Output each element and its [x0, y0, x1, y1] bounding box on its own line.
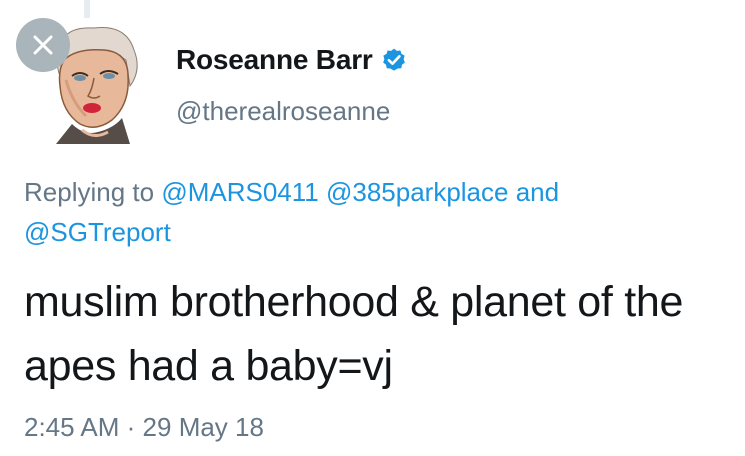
close-button[interactable]	[16, 18, 70, 72]
display-name[interactable]: Roseanne Barr	[176, 44, 373, 76]
reply-prefix: Replying to	[24, 177, 155, 207]
tweet-date: 29 May 18	[142, 412, 264, 442]
reply-context: Replying to @MARS0411 @385parkplace and …	[24, 172, 724, 252]
reply-and-text: and	[515, 177, 560, 207]
mention-link[interactable]: @MARS0411	[161, 177, 318, 207]
tweet-timestamp[interactable]: 2:45 AM · 29 May 18	[24, 412, 264, 443]
mention-link[interactable]: @SGTreport	[24, 217, 171, 247]
thread-connector-line	[84, 0, 90, 18]
tweet-text: muslim brotherhood & planet of the apes …	[24, 278, 684, 390]
mention-link[interactable]: @385parkplace	[326, 177, 509, 207]
close-icon	[33, 35, 53, 55]
meta-separator: ·	[126, 412, 136, 442]
author-name-row: Roseanne Barr	[176, 44, 407, 76]
verified-badge-icon	[382, 48, 405, 71]
tweet-time: 2:45 AM	[24, 412, 120, 442]
user-handle[interactable]: @therealroseanne	[176, 96, 390, 127]
